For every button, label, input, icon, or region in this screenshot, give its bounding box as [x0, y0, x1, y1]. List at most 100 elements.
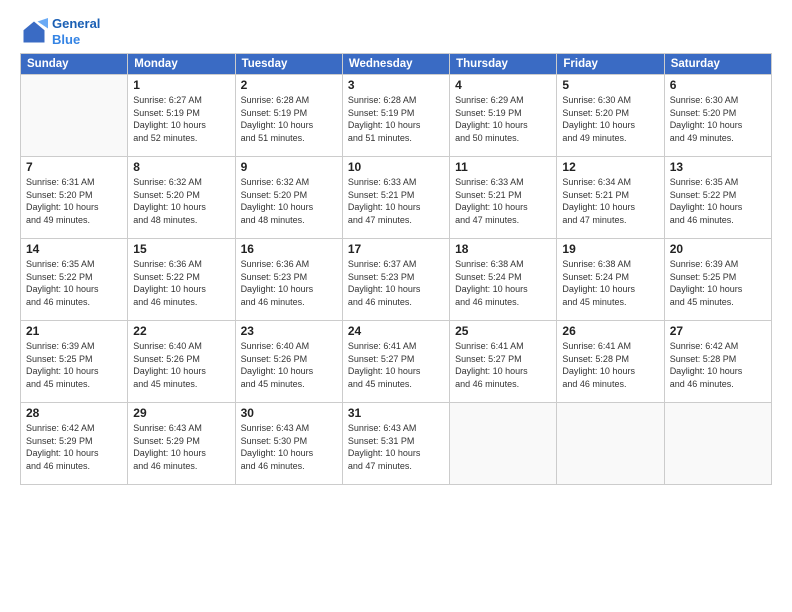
day-number: 28: [26, 406, 122, 420]
calendar-cell: 8 Sunrise: 6:32 AM Sunset: 5:20 PM Daylig…: [128, 157, 235, 239]
day-number: 31: [348, 406, 444, 420]
calendar-cell: 13 Sunrise: 6:35 AM Sunset: 5:22 PM Dayli…: [664, 157, 771, 239]
day-of-week-header: Friday: [557, 54, 664, 75]
calendar-cell: 4Sunrise: 6:29 AM Sunset: 5:19 PM Daylig…: [450, 75, 557, 157]
calendar-week-row: 14Sunrise: 6:35 AM Sunset: 5:22 PM Dayli…: [21, 239, 772, 321]
calendar-cell: 2 Sunrise: 6:28 AM Sunset: 5:19 PM Daylig…: [235, 75, 342, 157]
calendar-cell: 10 Sunrise: 6:33 AM Sunset: 5:21 PM Dayli…: [342, 157, 449, 239]
calendar-cell: 5 Sunrise: 6:30 AM Sunset: 5:20 PM Daylig…: [557, 75, 664, 157]
calendar-week-row: 21Sunrise: 6:39 AM Sunset: 5:25 PM Dayli…: [21, 321, 772, 403]
day-info: Sunrise: 6:28 AM Sunset: 5:19 PM Dayligh…: [241, 94, 337, 144]
day-info: Sunrise: 6:33 AM Sunset: 5:21 PM Dayligh…: [348, 176, 444, 226]
calendar-cell: 26 Sunrise: 6:41 AM Sunset: 5:28 PM Dayli…: [557, 321, 664, 403]
day-number: 1: [133, 78, 229, 92]
day-of-week-header: Sunday: [21, 54, 128, 75]
day-number: 4: [455, 78, 551, 92]
calendar-cell: 15 Sunrise: 6:36 AM Sunset: 5:22 PM Dayli…: [128, 239, 235, 321]
day-number: 27: [670, 324, 766, 338]
day-number: 29: [133, 406, 229, 420]
calendar-cell: [557, 403, 664, 485]
day-number: 14: [26, 242, 122, 256]
day-number: 17: [348, 242, 444, 256]
calendar-table: SundayMondayTuesdayWednesdayThursdayFrid…: [20, 53, 772, 485]
day-number: 7: [26, 160, 122, 174]
day-number: 23: [241, 324, 337, 338]
day-number: 2: [241, 78, 337, 92]
calendar-cell: 25 Sunrise: 6:41 AM Sunset: 5:27 PM Dayli…: [450, 321, 557, 403]
day-info: Sunrise: 6:40 AM Sunset: 5:26 PM Dayligh…: [241, 340, 337, 390]
calendar-cell: 19 Sunrise: 6:38 AM Sunset: 5:24 PM Dayli…: [557, 239, 664, 321]
day-number: 22: [133, 324, 229, 338]
calendar-week-row: 7 Sunrise: 6:31 AM Sunset: 5:20 PM Daylig…: [21, 157, 772, 239]
day-number: 20: [670, 242, 766, 256]
day-number: 9: [241, 160, 337, 174]
day-info: Sunrise: 6:32 AM Sunset: 5:20 PM Dayligh…: [133, 176, 229, 226]
calendar-cell: [664, 403, 771, 485]
day-of-week-header: Monday: [128, 54, 235, 75]
day-number: 3: [348, 78, 444, 92]
day-info: Sunrise: 6:39 AM Sunset: 5:25 PM Dayligh…: [670, 258, 766, 308]
calendar-cell: 21Sunrise: 6:39 AM Sunset: 5:25 PM Dayli…: [21, 321, 128, 403]
day-info: Sunrise: 6:41 AM Sunset: 5:28 PM Dayligh…: [562, 340, 658, 390]
day-info: Sunrise: 6:38 AM Sunset: 5:24 PM Dayligh…: [562, 258, 658, 308]
calendar-cell: 22 Sunrise: 6:40 AM Sunset: 5:26 PM Dayli…: [128, 321, 235, 403]
day-number: 16: [241, 242, 337, 256]
day-number: 10: [348, 160, 444, 174]
day-number: 13: [670, 160, 766, 174]
calendar-cell: 7 Sunrise: 6:31 AM Sunset: 5:20 PM Daylig…: [21, 157, 128, 239]
day-number: 24: [348, 324, 444, 338]
day-info: Sunrise: 6:30 AM Sunset: 5:20 PM Dayligh…: [562, 94, 658, 144]
day-info: Sunrise: 6:41 AM Sunset: 5:27 PM Dayligh…: [455, 340, 551, 390]
day-number: 5: [562, 78, 658, 92]
day-number: 19: [562, 242, 658, 256]
day-info: Sunrise: 6:36 AM Sunset: 5:22 PM Dayligh…: [133, 258, 229, 308]
calendar-cell: 3 Sunrise: 6:28 AM Sunset: 5:19 PM Daylig…: [342, 75, 449, 157]
calendar-cell: 23 Sunrise: 6:40 AM Sunset: 5:26 PM Dayli…: [235, 321, 342, 403]
calendar-cell: 16Sunrise: 6:36 AM Sunset: 5:23 PM Dayli…: [235, 239, 342, 321]
calendar-cell: 6 Sunrise: 6:30 AM Sunset: 5:20 PM Daylig…: [664, 75, 771, 157]
day-info: Sunrise: 6:35 AM Sunset: 5:22 PM Dayligh…: [670, 176, 766, 226]
calendar-cell: 31 Sunrise: 6:43 AM Sunset: 5:31 PM Dayli…: [342, 403, 449, 485]
calendar-week-row: 28 Sunrise: 6:42 AM Sunset: 5:29 PM Dayli…: [21, 403, 772, 485]
day-info: Sunrise: 6:37 AM Sunset: 5:23 PM Dayligh…: [348, 258, 444, 308]
day-info: Sunrise: 6:30 AM Sunset: 5:20 PM Dayligh…: [670, 94, 766, 144]
day-info: Sunrise: 6:32 AM Sunset: 5:20 PM Dayligh…: [241, 176, 337, 226]
logo: General Blue: [20, 16, 100, 47]
day-info: Sunrise: 6:39 AM Sunset: 5:25 PM Dayligh…: [26, 340, 122, 390]
calendar-cell: 20 Sunrise: 6:39 AM Sunset: 5:25 PM Dayli…: [664, 239, 771, 321]
day-info: Sunrise: 6:33 AM Sunset: 5:21 PM Dayligh…: [455, 176, 551, 226]
day-number: 12: [562, 160, 658, 174]
day-info: Sunrise: 6:41 AM Sunset: 5:27 PM Dayligh…: [348, 340, 444, 390]
day-number: 18: [455, 242, 551, 256]
day-number: 25: [455, 324, 551, 338]
calendar-cell: 1Sunrise: 6:27 AM Sunset: 5:19 PM Daylig…: [128, 75, 235, 157]
header: General Blue: [20, 16, 772, 47]
day-number: 15: [133, 242, 229, 256]
day-number: 26: [562, 324, 658, 338]
calendar-week-row: 1Sunrise: 6:27 AM Sunset: 5:19 PM Daylig…: [21, 75, 772, 157]
day-info: Sunrise: 6:34 AM Sunset: 5:21 PM Dayligh…: [562, 176, 658, 226]
day-of-week-header: Thursday: [450, 54, 557, 75]
day-info: Sunrise: 6:43 AM Sunset: 5:30 PM Dayligh…: [241, 422, 337, 472]
calendar-cell: 11 Sunrise: 6:33 AM Sunset: 5:21 PM Dayli…: [450, 157, 557, 239]
day-info: Sunrise: 6:31 AM Sunset: 5:20 PM Dayligh…: [26, 176, 122, 226]
calendar-cell: 17 Sunrise: 6:37 AM Sunset: 5:23 PM Dayli…: [342, 239, 449, 321]
calendar-cell: 28 Sunrise: 6:42 AM Sunset: 5:29 PM Dayli…: [21, 403, 128, 485]
day-number: 8: [133, 160, 229, 174]
page: General Blue SundayMondayTuesdayWednesda…: [0, 0, 792, 612]
calendar-cell: [21, 75, 128, 157]
day-info: Sunrise: 6:42 AM Sunset: 5:29 PM Dayligh…: [26, 422, 122, 472]
day-info: Sunrise: 6:40 AM Sunset: 5:26 PM Dayligh…: [133, 340, 229, 390]
day-number: 11: [455, 160, 551, 174]
day-number: 30: [241, 406, 337, 420]
day-info: Sunrise: 6:28 AM Sunset: 5:19 PM Dayligh…: [348, 94, 444, 144]
day-number: 6: [670, 78, 766, 92]
day-info: Sunrise: 6:43 AM Sunset: 5:31 PM Dayligh…: [348, 422, 444, 472]
logo-icon: [20, 18, 48, 46]
calendar-cell: 18Sunrise: 6:38 AM Sunset: 5:24 PM Dayli…: [450, 239, 557, 321]
calendar-cell: 29Sunrise: 6:43 AM Sunset: 5:29 PM Dayli…: [128, 403, 235, 485]
day-of-week-header: Wednesday: [342, 54, 449, 75]
calendar-cell: 12 Sunrise: 6:34 AM Sunset: 5:21 PM Dayli…: [557, 157, 664, 239]
calendar-cell: 9 Sunrise: 6:32 AM Sunset: 5:20 PM Daylig…: [235, 157, 342, 239]
day-of-week-header: Saturday: [664, 54, 771, 75]
